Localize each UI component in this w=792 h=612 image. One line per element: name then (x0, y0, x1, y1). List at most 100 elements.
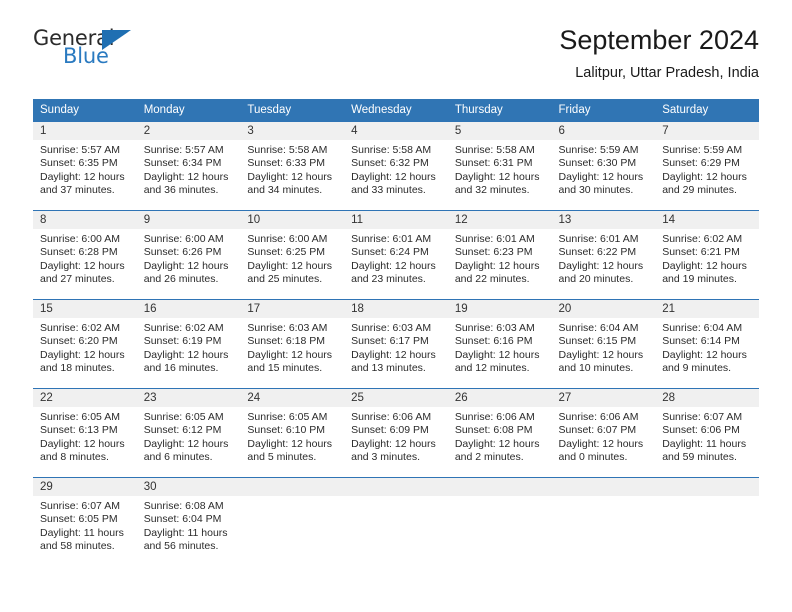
sunset-text: Sunset: 6:31 PM (454, 157, 533, 170)
day-details: Sunrise: 5:58 AM Sunset: 6:33 PM Dayligh… (240, 140, 344, 198)
sunset-text: Sunset: 6:19 PM (143, 335, 222, 348)
day-cell[interactable]: 14 Sunrise: 6:02 AM Sunset: 6:21 PM Dayl… (655, 209, 759, 300)
daylight-text-line2: and 34 minutes. (247, 184, 323, 197)
day-number: 29 (33, 477, 137, 496)
daylight-text-line2: and 37 minutes. (40, 184, 115, 197)
day-details: Sunrise: 6:02 AM Sunset: 6:21 PM Dayligh… (655, 229, 759, 287)
day-number: 5 (447, 121, 552, 140)
daylight-text-line2: and 18 minutes. (40, 362, 115, 375)
sunrise-text: Sunrise: 6:04 AM (662, 321, 743, 334)
day-number: 23 (136, 388, 241, 407)
day-number: 17 (240, 299, 345, 318)
sunrise-text: Sunrise: 6:02 AM (662, 232, 743, 245)
day-cell-empty (655, 476, 759, 567)
day-cell[interactable]: 19 Sunrise: 6:03 AM Sunset: 6:16 PM Dayl… (447, 298, 552, 389)
day-details: Sunrise: 6:01 AM Sunset: 6:22 PM Dayligh… (552, 229, 656, 287)
sunset-text: Sunset: 6:22 PM (558, 246, 637, 259)
sunrise-text: Sunrise: 6:08 AM (143, 499, 224, 512)
calendar-week-row: 1 Sunrise: 5:57 AM Sunset: 6:35 PM Dayli… (33, 120, 759, 211)
day-cell[interactable]: 16 Sunrise: 6:02 AM Sunset: 6:19 PM Dayl… (136, 298, 241, 389)
daylight-text-line2: and 20 minutes. (558, 273, 634, 286)
daylight-text-line2: and 26 minutes. (143, 273, 219, 286)
day-number: 10 (240, 210, 345, 229)
weekday-header-monday: Monday (136, 98, 241, 122)
day-number: 24 (240, 388, 345, 407)
day-cell[interactable]: 3 Sunrise: 5:58 AM Sunset: 6:33 PM Dayli… (240, 120, 345, 211)
daylight-text-line2: and 30 minutes. (558, 184, 634, 197)
day-number: 7 (655, 121, 759, 140)
month-calendar: Sunday Monday Tuesday Wednesday Thursday… (33, 98, 759, 567)
day-cell-empty (344, 476, 448, 567)
daylight-text-line1: Daylight: 12 hours (351, 437, 436, 450)
sunrise-text: Sunrise: 6:00 AM (40, 232, 120, 245)
day-cell[interactable]: 1 Sunrise: 5:57 AM Sunset: 6:35 PM Dayli… (33, 120, 137, 211)
day-details: Sunrise: 6:03 AM Sunset: 6:16 PM Dayligh… (448, 318, 552, 376)
daylight-text-line2: and 0 minutes. (558, 451, 628, 464)
daylight-text-line2: and 6 minutes. (143, 451, 213, 464)
sunrise-text: Sunrise: 6:05 AM (247, 410, 328, 423)
weekday-header-sunday: Sunday (33, 98, 137, 122)
sunset-text: Sunset: 6:21 PM (662, 246, 740, 259)
sunset-text: Sunset: 6:24 PM (351, 246, 429, 259)
day-cell[interactable]: 9 Sunrise: 6:00 AM Sunset: 6:26 PM Dayli… (136, 209, 241, 300)
day-details: Sunrise: 6:02 AM Sunset: 6:20 PM Dayligh… (33, 318, 137, 376)
day-cell[interactable]: 10 Sunrise: 6:00 AM Sunset: 6:25 PM Dayl… (240, 209, 345, 300)
day-details: Sunrise: 6:07 AM Sunset: 6:06 PM Dayligh… (655, 407, 759, 465)
sunset-text: Sunset: 6:25 PM (247, 246, 326, 259)
day-cell[interactable]: 5 Sunrise: 5:58 AM Sunset: 6:31 PM Dayli… (447, 120, 552, 211)
page-header: General Blue September 2024 Lalitpur, Ut… (0, 0, 792, 80)
sunset-text: Sunset: 6:18 PM (247, 335, 326, 348)
day-cell[interactable]: 12 Sunrise: 6:01 AM Sunset: 6:23 PM Dayl… (447, 209, 552, 300)
sunrise-text: Sunrise: 6:01 AM (351, 232, 432, 245)
daylight-text-line2: and 33 minutes. (351, 184, 426, 197)
sunset-text: Sunset: 6:26 PM (143, 246, 222, 259)
day-cell[interactable]: 8 Sunrise: 6:00 AM Sunset: 6:28 PM Dayli… (33, 209, 137, 300)
day-number: 2 (136, 121, 241, 140)
day-cell[interactable]: 24 Sunrise: 6:05 AM Sunset: 6:10 PM Dayl… (240, 387, 345, 478)
sunrise-text: Sunrise: 5:57 AM (40, 143, 120, 156)
sunrise-text: Sunrise: 6:06 AM (558, 410, 639, 423)
daylight-text-line1: Daylight: 12 hours (143, 348, 229, 361)
day-number: 15 (33, 299, 137, 318)
daylight-text-line1: Daylight: 12 hours (662, 170, 747, 183)
day-cell[interactable]: 21 Sunrise: 6:04 AM Sunset: 6:14 PM Dayl… (655, 298, 759, 389)
sunset-text: Sunset: 6:30 PM (558, 157, 637, 170)
day-cell[interactable]: 6 Sunrise: 5:59 AM Sunset: 6:30 PM Dayli… (551, 120, 656, 211)
day-cell[interactable]: 25 Sunrise: 6:06 AM Sunset: 6:09 PM Dayl… (344, 387, 448, 478)
calendar-header-row: Sunday Monday Tuesday Wednesday Thursday… (33, 98, 759, 122)
day-cell[interactable]: 7 Sunrise: 5:59 AM Sunset: 6:29 PM Dayli… (655, 120, 759, 211)
daylight-text-line2: and 25 minutes. (247, 273, 323, 286)
day-cell[interactable]: 20 Sunrise: 6:04 AM Sunset: 6:15 PM Dayl… (551, 298, 656, 389)
day-details: Sunrise: 6:00 AM Sunset: 6:28 PM Dayligh… (33, 229, 137, 287)
day-details: Sunrise: 5:57 AM Sunset: 6:35 PM Dayligh… (33, 140, 137, 198)
daylight-text-line1: Daylight: 11 hours (40, 526, 124, 539)
day-cell[interactable]: 28 Sunrise: 6:07 AM Sunset: 6:06 PM Dayl… (655, 387, 759, 478)
sunrise-text: Sunrise: 6:01 AM (454, 232, 535, 245)
sunset-text: Sunset: 6:34 PM (143, 157, 222, 170)
day-number: 13 (551, 210, 656, 229)
day-cell[interactable]: 30 Sunrise: 6:08 AM Sunset: 6:04 PM Dayl… (136, 476, 241, 567)
weekday-header-wednesday: Wednesday (344, 98, 448, 122)
sunset-text: Sunset: 6:35 PM (40, 157, 118, 170)
general-blue-logo[interactable]: General Blue (33, 26, 143, 72)
logo-text-blue: Blue (63, 44, 109, 68)
day-cell[interactable]: 22 Sunrise: 6:05 AM Sunset: 6:13 PM Dayl… (33, 387, 137, 478)
day-number: 9 (136, 210, 241, 229)
day-cell[interactable]: 23 Sunrise: 6:05 AM Sunset: 6:12 PM Dayl… (136, 387, 241, 478)
day-details: Sunrise: 6:06 AM Sunset: 6:08 PM Dayligh… (448, 407, 552, 465)
day-cell[interactable]: 4 Sunrise: 5:58 AM Sunset: 6:32 PM Dayli… (344, 120, 448, 211)
day-cell[interactable]: 15 Sunrise: 6:02 AM Sunset: 6:20 PM Dayl… (33, 298, 137, 389)
daylight-text-line2: and 29 minutes. (662, 184, 737, 197)
day-details: Sunrise: 5:59 AM Sunset: 6:30 PM Dayligh… (552, 140, 656, 198)
day-cell[interactable]: 29 Sunrise: 6:07 AM Sunset: 6:05 PM Dayl… (33, 476, 137, 567)
day-number: 12 (447, 210, 552, 229)
day-cell[interactable]: 27 Sunrise: 6:06 AM Sunset: 6:07 PM Dayl… (551, 387, 656, 478)
day-cell[interactable]: 17 Sunrise: 6:03 AM Sunset: 6:18 PM Dayl… (240, 298, 345, 389)
sunset-text: Sunset: 6:08 PM (454, 424, 533, 437)
day-cell[interactable]: 13 Sunrise: 6:01 AM Sunset: 6:22 PM Dayl… (551, 209, 656, 300)
day-cell[interactable]: 18 Sunrise: 6:03 AM Sunset: 6:17 PM Dayl… (344, 298, 448, 389)
day-cell[interactable]: 26 Sunrise: 6:06 AM Sunset: 6:08 PM Dayl… (447, 387, 552, 478)
daylight-text-line1: Daylight: 12 hours (40, 437, 125, 450)
day-cell[interactable]: 2 Sunrise: 5:57 AM Sunset: 6:34 PM Dayli… (136, 120, 241, 211)
day-cell[interactable]: 11 Sunrise: 6:01 AM Sunset: 6:24 PM Dayl… (344, 209, 448, 300)
